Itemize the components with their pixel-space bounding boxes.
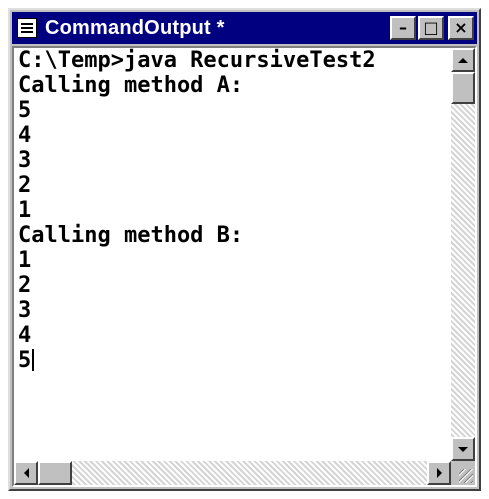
arrow-right-icon bbox=[436, 468, 442, 478]
output-line: 4 bbox=[18, 323, 32, 348]
close-button[interactable]: × bbox=[448, 16, 474, 40]
command-output-window: CommandOutput * – □ × C:\Temp>java Recur… bbox=[8, 8, 481, 491]
maximize-icon: □ bbox=[423, 18, 439, 37]
text-cursor bbox=[32, 349, 35, 371]
output-line: C:\Temp>java RecursiveTest2 bbox=[18, 48, 376, 73]
output-line: 3 bbox=[18, 298, 32, 323]
vertical-scroll-thumb[interactable] bbox=[451, 72, 475, 104]
output-line: 4 bbox=[18, 123, 32, 148]
arrow-left-icon bbox=[23, 468, 29, 478]
scroll-left-button[interactable] bbox=[14, 461, 38, 485]
horizontal-scroll-thumb[interactable] bbox=[38, 461, 72, 485]
minimize-button[interactable]: – bbox=[390, 16, 416, 40]
window-controls: – □ × bbox=[390, 16, 474, 40]
output-line: Calling method A: bbox=[18, 73, 244, 98]
output-line: 2 bbox=[18, 173, 32, 198]
scroll-right-button[interactable] bbox=[427, 461, 451, 485]
output-pane[interactable]: C:\Temp>java RecursiveTest2 Calling metho… bbox=[12, 46, 477, 487]
minimize-icon: – bbox=[399, 18, 407, 37]
output-line: 1 bbox=[18, 248, 32, 273]
resize-grip[interactable] bbox=[451, 461, 475, 485]
output-line: 1 bbox=[18, 198, 32, 223]
output-line: 5 bbox=[18, 98, 32, 123]
close-icon: × bbox=[454, 18, 468, 37]
arrow-up-icon bbox=[458, 57, 468, 63]
output-line: 5 bbox=[18, 348, 32, 373]
arrow-down-icon bbox=[458, 446, 468, 452]
output-last-line: 5 bbox=[18, 348, 449, 373]
notepad-document-icon[interactable] bbox=[17, 18, 37, 38]
window-title: CommandOutput * bbox=[45, 16, 225, 39]
console-output[interactable]: C:\Temp>java RecursiveTest2 Calling metho… bbox=[18, 48, 449, 459]
vertical-scrollbar[interactable] bbox=[451, 48, 475, 461]
output-line: 3 bbox=[18, 148, 32, 173]
scroll-down-button[interactable] bbox=[451, 437, 475, 461]
output-line: Calling method B: bbox=[18, 223, 244, 248]
output-line: 2 bbox=[18, 273, 32, 298]
maximize-button[interactable]: □ bbox=[418, 16, 444, 40]
scroll-up-button[interactable] bbox=[451, 48, 475, 72]
horizontal-scrollbar[interactable] bbox=[14, 461, 451, 485]
title-bar[interactable]: CommandOutput * – □ × bbox=[12, 12, 477, 44]
